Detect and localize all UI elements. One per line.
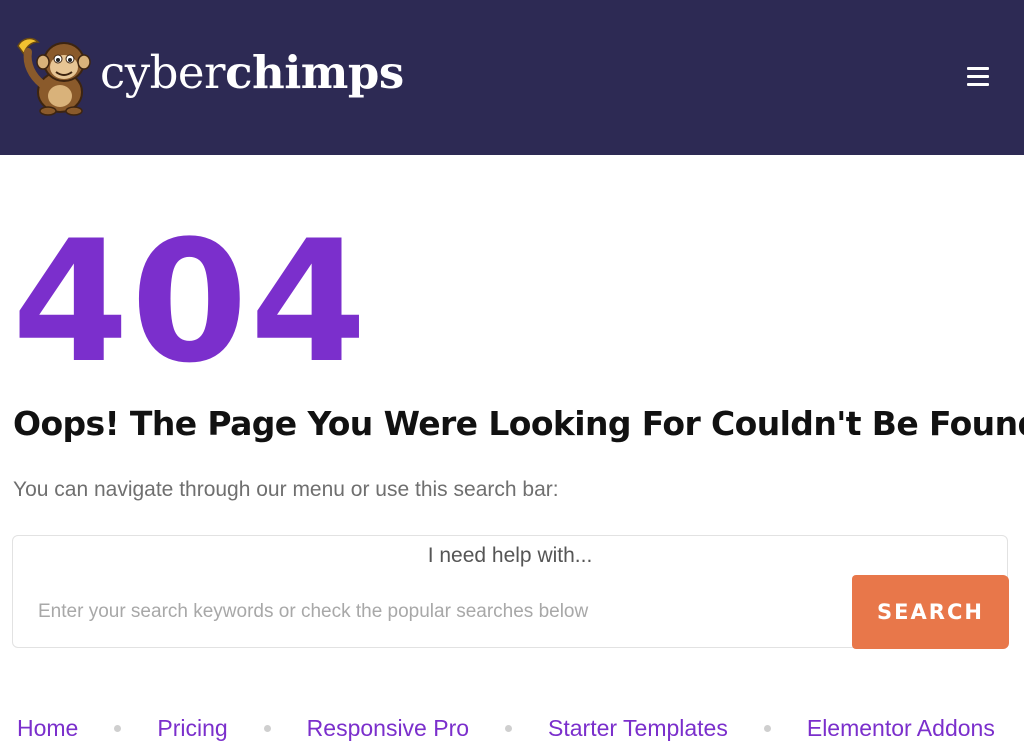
help-text: You can navigate through our menu or use… [13,478,559,501]
popular-link-home[interactable]: Home [17,715,78,742]
popular-link-starter-templates[interactable]: Starter Templates [548,715,728,742]
hamburger-menu-icon[interactable] [962,60,994,92]
search-button[interactable]: SEARCH [852,575,1009,649]
separator-dot [505,724,513,732]
logo-text-chimps: chimps [225,45,404,99]
separator-dot [763,724,771,732]
separator-dot [114,724,122,732]
logo-text-cyber: cyber [100,45,226,99]
error-code: 404 [12,204,369,400]
separator-dot [263,724,271,732]
page-title: Oops! The Page You Were Looking For Coul… [13,404,1024,443]
search-form: I need help with... SEARCH [12,535,1009,649]
popular-link-elementor-addons[interactable]: Elementor Addons [807,715,995,742]
logo-wordmark: cyberchimps [100,46,404,99]
popular-link-responsive-pro[interactable]: Responsive Pro [307,715,469,742]
popular-link-pricing[interactable]: Pricing [157,715,227,742]
site-header: cyberchimps [0,0,1024,155]
chimp-mascot-icon [17,37,91,116]
search-input[interactable] [14,576,850,647]
popular-searches: Home Pricing Responsive Pro Starter Temp… [17,710,1017,746]
search-label: I need help with... [427,544,593,567]
site-logo[interactable]: cyberchimps [12,30,404,120]
